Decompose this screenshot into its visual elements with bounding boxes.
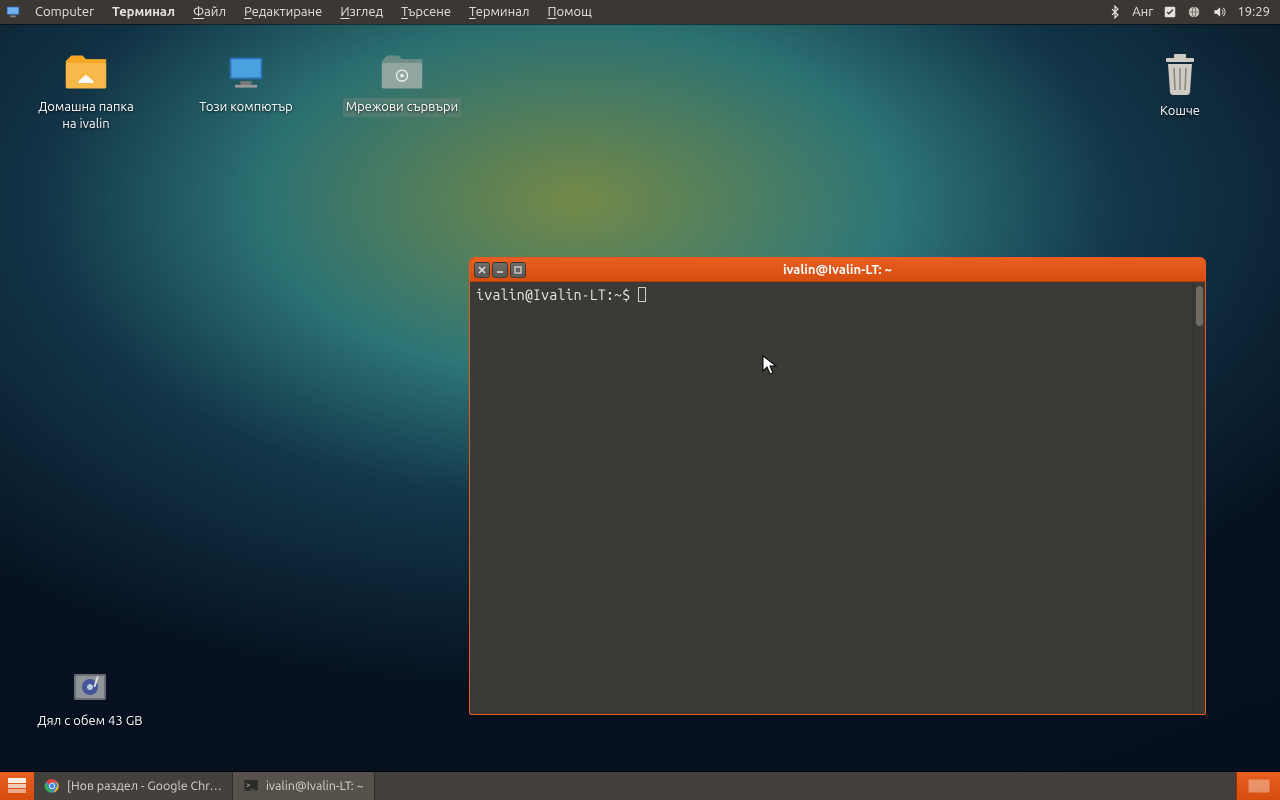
- chrome-icon: [44, 778, 60, 794]
- trash-icon: [1160, 52, 1200, 96]
- window-titlebar[interactable]: ivalin@Ivalin-LT: ~: [470, 258, 1205, 282]
- terminal-scrollbar[interactable]: [1193, 282, 1205, 714]
- bluetooth-icon[interactable]: [1108, 5, 1122, 19]
- taskbar-task-terminal[interactable]: >_ ivalin@Ivalin-LT: ~: [233, 772, 375, 800]
- clock[interactable]: 19:29: [1237, 5, 1270, 19]
- keyboard-layout-indicator[interactable]: Анг: [1132, 5, 1153, 19]
- disk-icon: [72, 670, 108, 706]
- computer-icon: [224, 52, 268, 92]
- taskbar: [Нов раздел - Google Chr… >_ ivalin@Ival…: [0, 772, 1280, 800]
- taskbar-launcher[interactable]: [0, 772, 34, 800]
- menu-view[interactable]: Изглед: [331, 5, 392, 19]
- computer-app-icon: [6, 5, 20, 19]
- menu-active-app[interactable]: Терминал: [103, 5, 184, 19]
- menu-terminal[interactable]: Терминал: [460, 5, 538, 19]
- svg-text:>_: >_: [246, 781, 254, 789]
- window-maximize-button[interactable]: [510, 262, 526, 278]
- menu-search[interactable]: Търсене: [392, 5, 460, 19]
- desktop-icon-volume[interactable]: Дял с обем 43 GB: [20, 670, 160, 731]
- taskbar-show-desktop[interactable]: [1236, 772, 1280, 800]
- network-folder-icon: [380, 52, 424, 92]
- terminal-prompt: ivalin@Ivalin-LT:~$: [476, 286, 638, 303]
- top-menubar: Computer Терминал Файл Редактиране Изгле…: [0, 0, 1280, 24]
- volume-icon[interactable]: [1211, 5, 1227, 19]
- window-minimize-button[interactable]: [492, 262, 508, 278]
- terminal-window[interactable]: ivalin@Ivalin-LT: ~ ivalin@Ivalin-LT:~$: [469, 257, 1206, 715]
- updates-icon[interactable]: [1163, 5, 1177, 19]
- taskbar-task-chrome[interactable]: [Нов раздел - Google Chr…: [34, 772, 233, 800]
- window-title: ivalin@Ivalin-LT: ~: [470, 263, 1205, 277]
- desktop-icon-trash[interactable]: Кошче: [1110, 52, 1250, 121]
- desktop-icon-computer[interactable]: Този компютър: [176, 52, 316, 117]
- menu-edit[interactable]: Редактиране: [235, 5, 331, 19]
- desktop-icon-label: Дял с обем 43 GB: [34, 712, 145, 731]
- menu-help[interactable]: Помощ: [538, 5, 600, 19]
- desktop-icon-label: Домашна папка на ivalin: [35, 98, 137, 134]
- home-folder-icon: [64, 52, 108, 92]
- show-desktop-icon: [1248, 779, 1270, 793]
- terminal-content[interactable]: ivalin@Ivalin-LT:~$: [470, 282, 1193, 714]
- menu-computer[interactable]: Computer: [26, 5, 103, 19]
- desktop-icon-network[interactable]: Мрежови сървъри: [332, 52, 472, 117]
- scrollbar-thumb[interactable]: [1196, 286, 1203, 326]
- task-label: ivalin@Ivalin-LT: ~: [266, 779, 364, 793]
- network-icon[interactable]: [1187, 5, 1201, 19]
- window-close-button[interactable]: [474, 262, 490, 278]
- desktop-icon-label: Кошче: [1157, 102, 1203, 121]
- task-label: [Нов раздел - Google Chr…: [67, 779, 222, 793]
- terminal-cursor: [638, 287, 646, 302]
- menu-file[interactable]: Файл: [184, 5, 235, 19]
- desktop-icon-label: Мрежови сървъри: [343, 98, 461, 117]
- terminal-icon: >_: [243, 778, 259, 794]
- desktop-icon-home[interactable]: Домашна папка на ivalin: [16, 52, 156, 134]
- desktop-icon-label: Този компютър: [196, 98, 296, 117]
- launcher-icon: [7, 777, 27, 795]
